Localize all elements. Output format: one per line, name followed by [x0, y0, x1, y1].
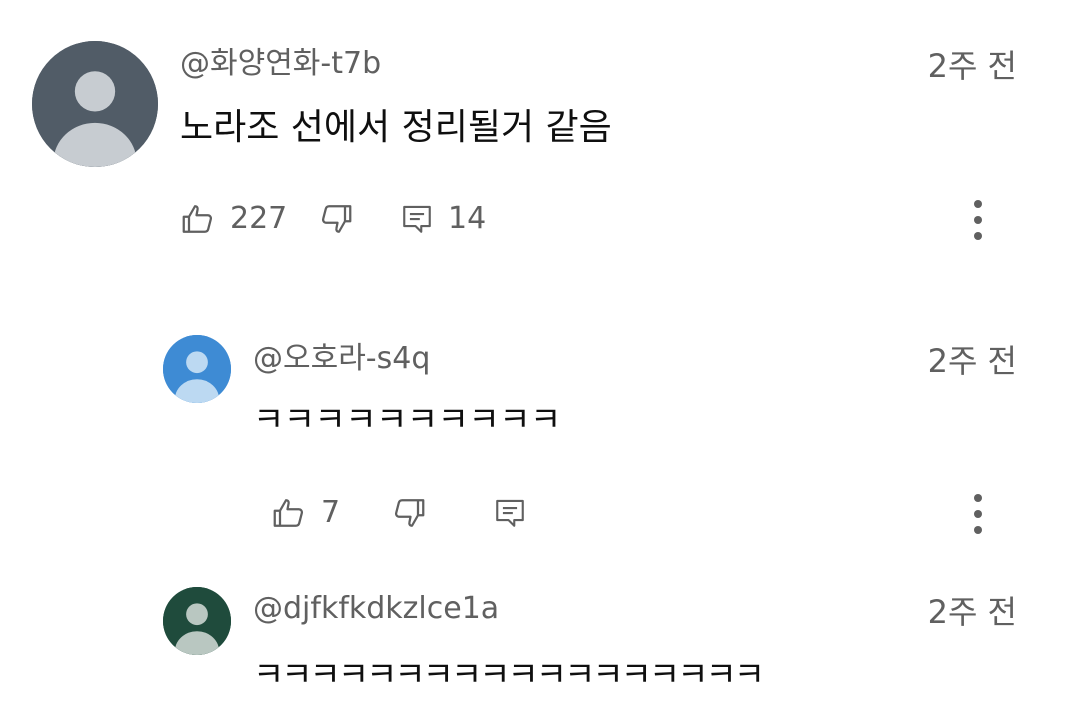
- default-avatar-icon: [32, 41, 158, 167]
- like-button[interactable]: [271, 491, 311, 535]
- reply-comment: @오호라-s4q 2주 전 ㅋㅋㅋㅋㅋㅋㅋㅋㅋㅋ 7: [0, 320, 1079, 570]
- more-vertical-icon: [974, 200, 982, 240]
- comment-text: ㅋㅋㅋㅋㅋㅋㅋㅋㅋㅋ: [253, 400, 561, 440]
- comment-author[interactable]: @djfkfkdkzlce1a: [253, 594, 499, 624]
- comment-thread-top: @화양연화-t7b 2주 전 노라조 선에서 정리될거 같음 227 14: [0, 0, 1079, 280]
- avatar[interactable]: [32, 41, 158, 167]
- reply-button[interactable]: [493, 491, 533, 535]
- comment-author[interactable]: @화양연화-t7b: [180, 49, 381, 79]
- comment-action-bar: 7: [271, 491, 1031, 535]
- more-actions-button[interactable]: [966, 196, 990, 244]
- avatar[interactable]: [163, 587, 231, 655]
- reply-count: 14: [448, 201, 487, 236]
- dislike-button[interactable]: [391, 491, 431, 535]
- comment-timestamp: 2주 전: [927, 47, 1017, 85]
- reply-icon: [496, 499, 524, 527]
- like-count: 7: [321, 495, 341, 530]
- default-avatar-icon: [163, 587, 231, 655]
- default-avatar-icon: [163, 335, 231, 403]
- comment-timestamp: 2주 전: [927, 593, 1017, 631]
- avatar[interactable]: [163, 335, 231, 403]
- comment-text: ㅋㅋㅋㅋㅋㅋㅋㅋㅋㅋㅋㅋㅋㅋㅋㅋㅋㅋ: [253, 655, 765, 695]
- thumb-up-icon: [273, 499, 304, 527]
- dislike-button[interactable]: [318, 197, 358, 241]
- like-button[interactable]: [180, 197, 220, 241]
- comment-author[interactable]: @오호라-s4q: [253, 344, 430, 374]
- more-vertical-icon: [974, 494, 982, 534]
- comment-text: 노라조 선에서 정리될거 같음: [180, 107, 612, 148]
- thumb-down-icon: [321, 205, 352, 233]
- reply-button[interactable]: [400, 197, 440, 241]
- thumb-down-icon: [394, 499, 425, 527]
- comment-action-bar: 227 14: [180, 197, 1020, 241]
- like-count: 227: [230, 201, 288, 236]
- reply-comment: @djfkfkdkzlce1a 2주 전 ㅋㅋㅋㅋㅋㅋㅋㅋㅋㅋㅋㅋㅋㅋㅋㅋㅋㅋ: [0, 570, 1079, 710]
- more-actions-button[interactable]: [966, 490, 990, 538]
- thumb-up-icon: [182, 205, 213, 233]
- reply-icon: [403, 205, 431, 233]
- comment-timestamp: 2주 전: [927, 342, 1017, 380]
